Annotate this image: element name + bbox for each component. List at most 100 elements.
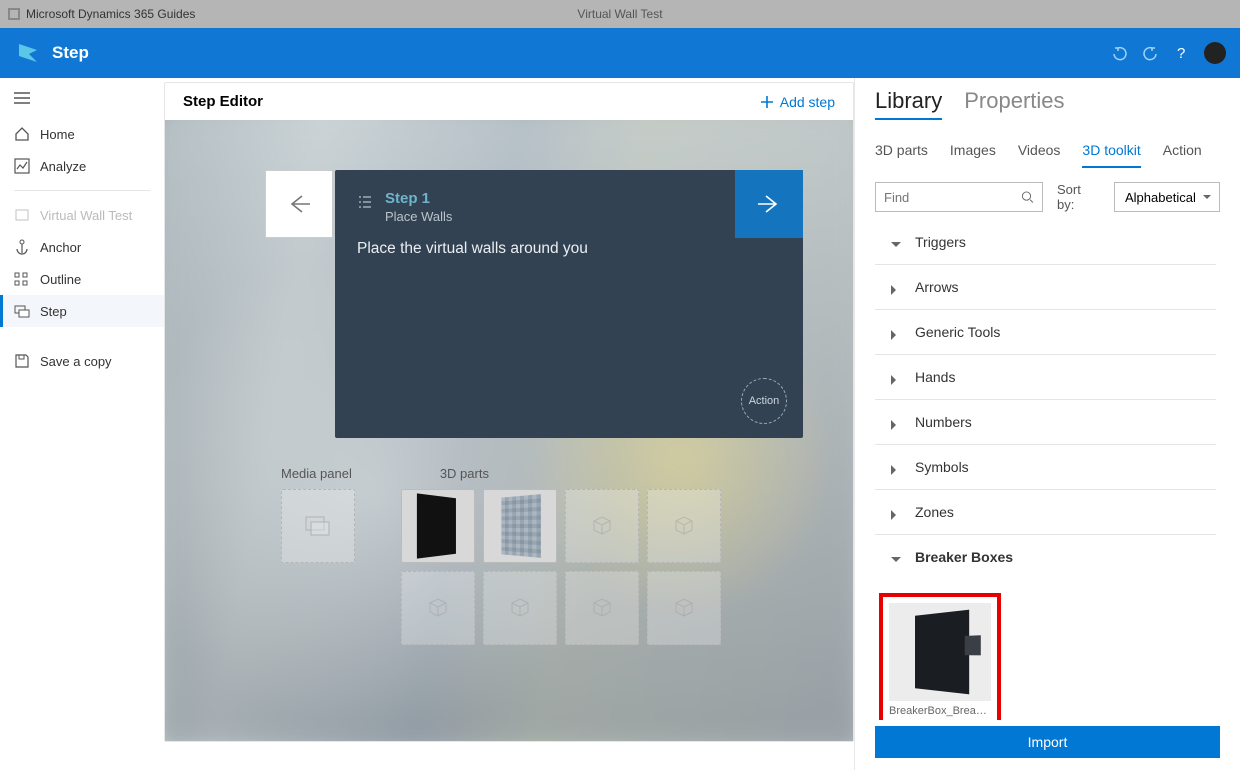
category-arrows[interactable]: Arrows — [875, 265, 1216, 310]
os-titlebar: Microsoft Dynamics 365 Guides Virtual Wa… — [0, 0, 1240, 28]
library-scroll[interactable]: Triggers Arrows Generic Tools Hands Numb… — [875, 220, 1220, 720]
step-card[interactable]: Step 1 Place Walls Place the virtual wal… — [335, 170, 803, 438]
media-icon — [305, 516, 331, 536]
category-content: BreakerBox_Breaker_... — [875, 579, 1216, 720]
chevron-down-icon — [891, 552, 901, 568]
home-icon — [14, 126, 30, 142]
cube-icon — [673, 597, 695, 619]
sidebar-item-analyze[interactable]: Analyze — [0, 150, 164, 182]
tab-library[interactable]: Library — [875, 88, 942, 120]
part-slot-1[interactable] — [401, 489, 475, 563]
part-slot-8[interactable] — [647, 571, 721, 645]
part-slot-4[interactable] — [647, 489, 721, 563]
library-panel: Library Properties 3D parts Images Video… — [854, 78, 1240, 770]
next-step-button[interactable] — [735, 170, 803, 238]
add-step-label: Add step — [780, 94, 835, 110]
category-numbers[interactable]: Numbers — [875, 400, 1216, 445]
part-slot-5[interactable] — [401, 571, 475, 645]
sidebar-item-label: Outline — [40, 272, 81, 287]
outline-icon — [14, 271, 30, 287]
action-slot[interactable]: Action — [741, 378, 787, 424]
undo-icon[interactable] — [1112, 45, 1128, 61]
sidebar-item-anchor[interactable]: Anchor — [0, 231, 164, 263]
chevron-right-icon — [891, 462, 901, 478]
import-button[interactable]: Import — [875, 726, 1220, 758]
step-icon — [14, 303, 30, 319]
app-header: Step ? — [0, 28, 1240, 78]
part-slot-2[interactable] — [483, 489, 557, 563]
part-slot-6[interactable] — [483, 571, 557, 645]
category-breaker-boxes[interactable]: Breaker Boxes — [875, 535, 1216, 579]
steps-list-icon — [357, 194, 373, 210]
prev-step-button[interactable] — [265, 170, 333, 238]
sidebar-separator — [14, 190, 150, 191]
category-symbols[interactable]: Symbols — [875, 445, 1216, 490]
subtab-action[interactable]: Action — [1163, 142, 1202, 168]
cube-icon — [591, 597, 613, 619]
part-slot-3[interactable] — [565, 489, 639, 563]
anchor-icon — [14, 239, 30, 255]
search-icon — [1021, 190, 1034, 204]
plus-icon — [760, 95, 774, 109]
sidebar-item-home[interactable]: Home — [0, 118, 164, 150]
asset-breakerbox[interactable]: BreakerBox_Breaker_... — [879, 593, 1001, 720]
step-instruction[interactable]: Place the virtual walls around you — [357, 240, 781, 258]
arrow-left-icon — [286, 194, 312, 214]
chevron-down-icon — [891, 237, 901, 253]
sidebar-item-step[interactable]: Step — [0, 295, 164, 327]
subtab-images[interactable]: Images — [950, 142, 996, 168]
category-triggers[interactable]: Triggers — [875, 220, 1216, 265]
subtab-videos[interactable]: Videos — [1018, 142, 1061, 168]
arrow-right-icon — [756, 194, 782, 214]
user-avatar[interactable] — [1204, 42, 1226, 64]
sidebar-item-outline[interactable]: Outline — [0, 263, 164, 295]
sidebar-item-guide[interactable]: Virtual Wall Test — [0, 199, 164, 231]
sidebar-item-label: Step — [40, 304, 67, 319]
guide-icon — [14, 207, 30, 223]
titlebar-app-name: Microsoft Dynamics 365 Guides — [26, 7, 195, 21]
sort-by-label: Sort by: — [1057, 182, 1100, 212]
cube-icon — [427, 597, 449, 619]
asset-label: BreakerBox_Breaker_... — [889, 701, 991, 717]
sidebar-item-save-copy[interactable]: Save a copy — [0, 345, 164, 377]
part-thumb — [501, 494, 541, 558]
sidebar: Home Analyze Virtual Wall Test Anchor Ou… — [0, 78, 164, 770]
sort-select[interactable]: Alphabetical — [1114, 182, 1220, 212]
cube-icon — [591, 515, 613, 537]
titlebar-app: Microsoft Dynamics 365 Guides — [8, 7, 195, 21]
search-input-wrap[interactable] — [875, 182, 1043, 212]
category-zones[interactable]: Zones — [875, 490, 1216, 535]
chevron-right-icon — [891, 372, 901, 388]
sidebar-toggle[interactable] — [0, 88, 164, 118]
sidebar-item-label: Save a copy — [40, 354, 112, 369]
titlebar-document: Virtual Wall Test — [577, 7, 662, 21]
add-step-button[interactable]: Add step — [760, 94, 835, 110]
sidebar-item-label: Virtual Wall Test — [40, 208, 132, 223]
subtab-3d-parts[interactable]: 3D parts — [875, 142, 928, 168]
save-icon — [14, 353, 30, 369]
subtab-3d-toolkit[interactable]: 3D toolkit — [1082, 142, 1140, 168]
chevron-right-icon — [891, 507, 901, 523]
category-hands[interactable]: Hands — [875, 355, 1216, 400]
redo-icon[interactable] — [1142, 45, 1158, 61]
chevron-right-icon — [891, 417, 901, 433]
svg-text:?: ? — [1177, 45, 1185, 62]
sidebar-item-label: Home — [40, 127, 75, 142]
step-editor-card: Step Editor Add step — [164, 82, 854, 742]
category-generic-tools[interactable]: Generic Tools — [875, 310, 1216, 355]
part-thumb — [417, 493, 456, 558]
parts-panel-label: 3D parts — [440, 460, 489, 489]
media-slot[interactable] — [281, 489, 355, 563]
help-icon[interactable]: ? — [1172, 44, 1190, 62]
chevron-right-icon — [891, 327, 901, 343]
asset-thumb — [889, 603, 991, 701]
sidebar-item-label: Anchor — [40, 240, 81, 255]
cube-icon — [673, 515, 695, 537]
search-input[interactable] — [884, 190, 1021, 205]
hamburger-icon — [14, 92, 30, 104]
part-slot-7[interactable] — [565, 571, 639, 645]
editor-canvas: Step 1 Place Walls Place the virtual wal… — [165, 120, 853, 741]
tab-properties[interactable]: Properties — [964, 88, 1064, 114]
page-title: Step — [52, 43, 89, 63]
media-panel-label: Media panel — [281, 460, 352, 489]
